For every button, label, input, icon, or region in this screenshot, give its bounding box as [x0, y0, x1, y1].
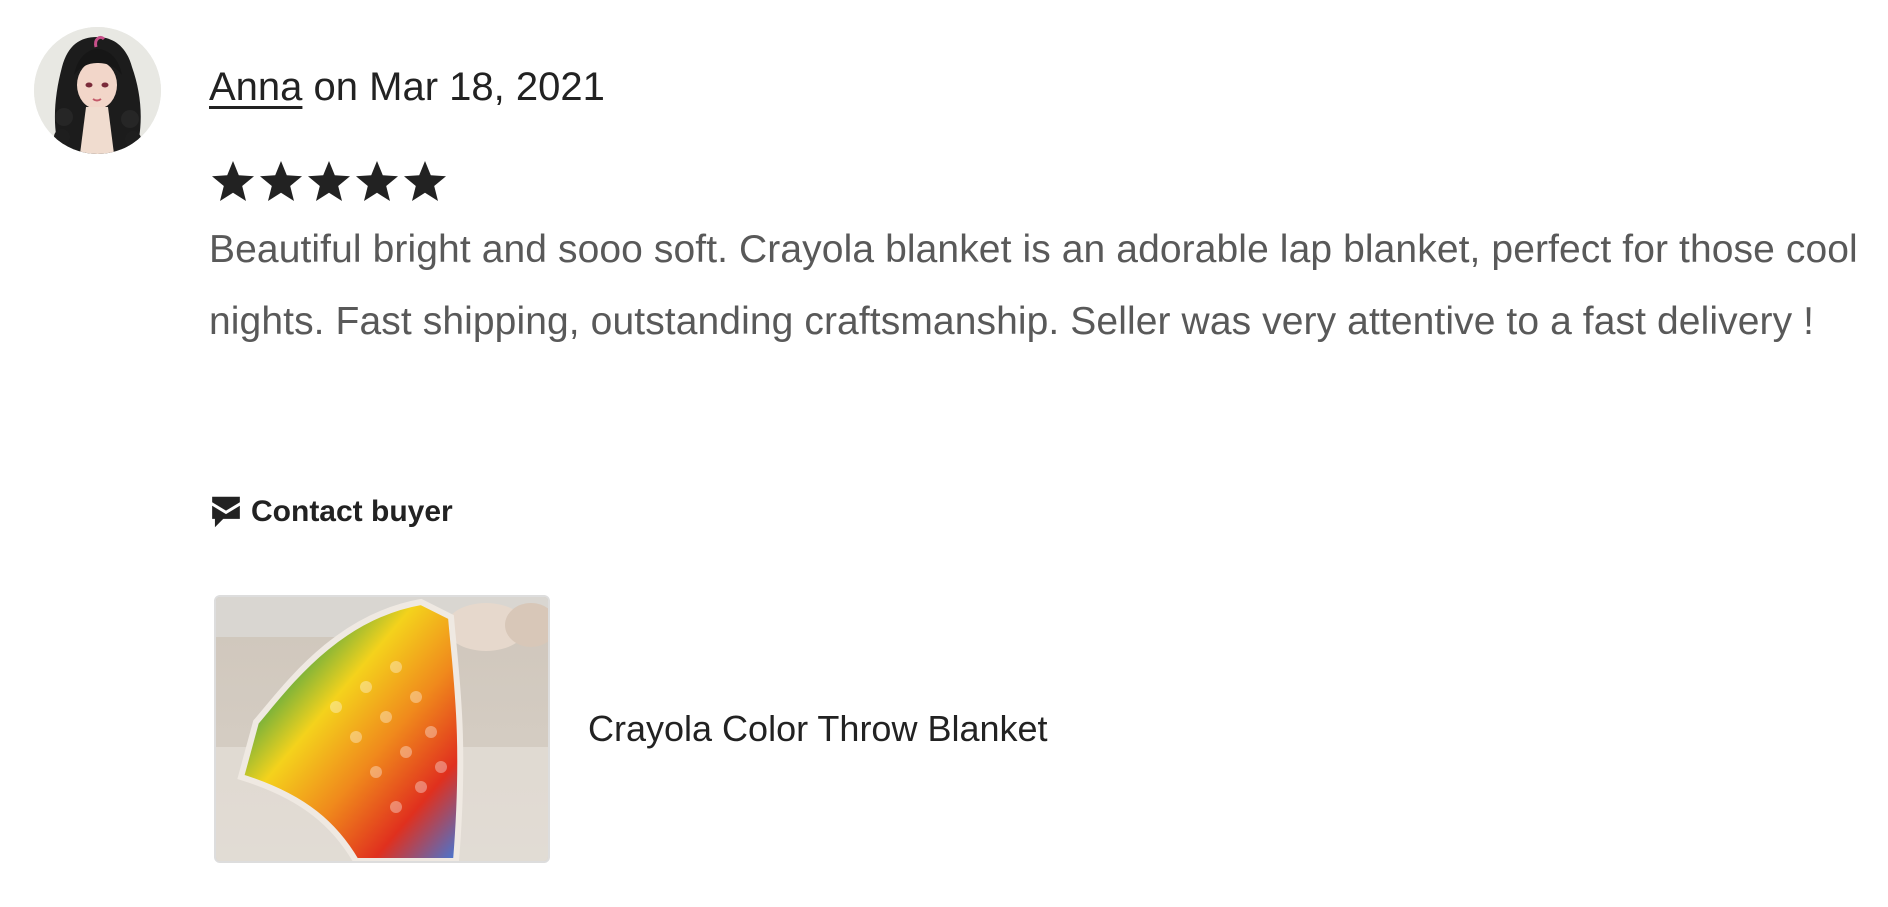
- blanket-photo: [216, 597, 548, 861]
- star-icon: [308, 161, 350, 201]
- contact-buyer-button[interactable]: Contact buyer: [209, 494, 453, 530]
- review-card: Anna on Mar 18, 2021 Beautiful bright an…: [0, 0, 1888, 907]
- reviewed-product[interactable]: Crayola Color Throw Blanket: [214, 595, 1048, 863]
- star-icon: [260, 161, 302, 201]
- product-title-link[interactable]: Crayola Color Throw Blanket: [588, 708, 1048, 750]
- star-icon: [356, 161, 398, 201]
- review-header: Anna on Mar 18, 2021: [209, 62, 605, 112]
- star-icon: [404, 161, 446, 201]
- reviewer-name-link[interactable]: Anna: [209, 65, 302, 109]
- review-date: on Mar 18, 2021: [302, 65, 605, 109]
- contact-buyer-label: Contact buyer: [251, 495, 453, 528]
- avatar[interactable]: [34, 27, 161, 154]
- review-text: Beautiful bright and sooo soft. Crayola …: [209, 228, 1858, 343]
- star-rating: [209, 158, 449, 210]
- avatar-image: [34, 27, 161, 154]
- star-icon: [212, 161, 254, 201]
- envelope-icon: [212, 496, 240, 528]
- product-thumbnail[interactable]: [214, 595, 550, 863]
